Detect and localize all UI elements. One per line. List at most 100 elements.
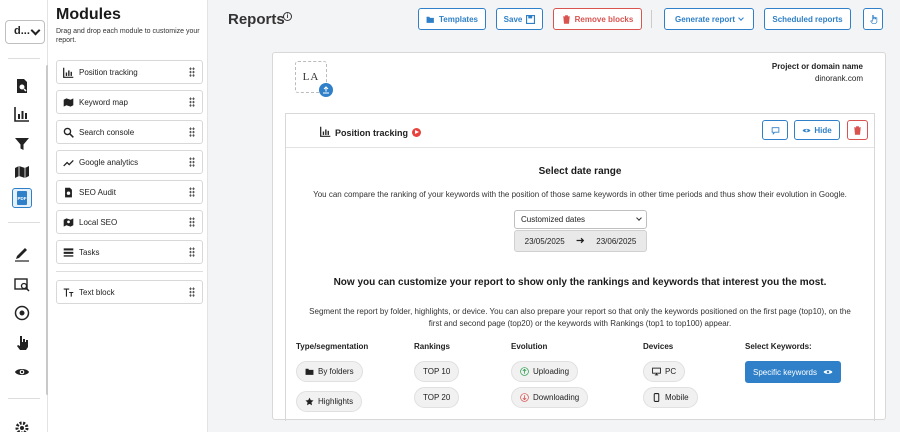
arrow-up-circle-icon — [520, 367, 529, 376]
date-to: 23/06/2025 — [596, 236, 637, 246]
document-search-icon[interactable] — [12, 76, 32, 96]
save-button[interactable]: Save — [496, 8, 543, 30]
bar-chart-icon[interactable] — [12, 104, 32, 124]
top10-toggle[interactable]: TOP 10 — [414, 361, 460, 382]
top20-toggle[interactable]: TOP 20 — [414, 387, 460, 408]
pen-icon[interactable] — [12, 244, 32, 264]
scheduled-reports-button[interactable]: Scheduled reports — [764, 8, 851, 30]
comment-button[interactable] — [762, 120, 788, 140]
accessibility-button[interactable] — [863, 8, 883, 30]
chip-label: Highlights — [318, 397, 354, 406]
eye-icon — [802, 128, 811, 132]
mobile-toggle[interactable]: Mobile — [643, 387, 698, 408]
remove-blocks-button[interactable]: Remove blocks — [553, 8, 642, 30]
filter-icon[interactable] — [12, 134, 32, 154]
chip-label: Uploading — [533, 367, 570, 376]
date-range-title: Select date range — [538, 166, 622, 177]
module-label: SEO Audit — [79, 187, 116, 197]
generate-report-label: Generate report — [674, 14, 736, 24]
video-play-icon[interactable] — [412, 128, 422, 137]
info-icon[interactable]: i — [283, 12, 292, 21]
report-canvas: LA Project or domain name dinorank.com P… — [272, 52, 886, 421]
modules-title: Modules — [56, 6, 121, 23]
chip-label: PC — [665, 367, 677, 376]
generate-report-button[interactable]: Generate report — [664, 8, 754, 30]
rail-divider — [8, 58, 40, 59]
arrow-down-circle-icon — [520, 393, 529, 402]
module-label: Position tracking — [79, 67, 138, 77]
floppy-icon — [526, 14, 536, 24]
module-local-seo[interactable]: Local SEO — [56, 210, 203, 234]
module-label: Google analytics — [79, 157, 139, 167]
templates-button[interactable]: Templates — [418, 8, 486, 30]
comment-icon — [771, 126, 779, 135]
module-tasks[interactable]: Tasks — [56, 240, 203, 264]
position-tracking-block: Position tracking Hide Select date range… — [285, 113, 875, 421]
drag-handle-icon[interactable] — [189, 67, 195, 77]
module-label: Tasks — [79, 247, 100, 257]
specific-keywords-button[interactable]: Specific keywords — [745, 361, 841, 383]
icon-rail: d... PDF — [0, 0, 49, 432]
scheduled-reports-label: Scheduled reports — [772, 14, 843, 24]
devices-heading: Devices — [643, 342, 674, 351]
drag-handle-icon[interactable] — [189, 97, 195, 107]
pdf-icon[interactable]: PDF — [12, 188, 32, 208]
pc-toggle[interactable]: PC — [643, 361, 686, 382]
module-keyword-map[interactable]: Keyword map — [56, 90, 203, 114]
modules-divider — [56, 271, 203, 272]
upload-icon — [323, 86, 329, 94]
chip-label: TOP 20 — [423, 393, 451, 402]
drag-handle-icon[interactable] — [189, 247, 195, 257]
module-search-console[interactable]: Search console — [56, 120, 203, 144]
upload-logo-button[interactable] — [319, 83, 333, 97]
uploading-toggle[interactable]: Uploading — [511, 361, 579, 382]
hide-button[interactable]: Hide — [794, 120, 840, 140]
module-google-analytics[interactable]: Google analytics — [56, 150, 203, 174]
customize-title: Now you can customize your report to sho… — [333, 277, 827, 288]
by-folders-toggle[interactable]: By folders — [296, 361, 363, 382]
svg-text:PDF: PDF — [18, 196, 27, 201]
date-range-select[interactable]: Customized dates — [514, 210, 647, 229]
image-search-icon[interactable] — [12, 274, 32, 294]
customize-description: Segment the report by folder, highlights… — [309, 307, 851, 328]
drag-handle-icon[interactable] — [189, 127, 195, 137]
block-title-label: Position tracking — [335, 127, 409, 138]
trash-icon — [562, 14, 570, 24]
block-header: Position tracking Hide — [286, 114, 874, 148]
module-label: Search console — [79, 127, 135, 137]
chip-label: By folders — [318, 367, 354, 376]
trash-icon — [854, 125, 861, 135]
drag-handle-icon[interactable] — [189, 287, 195, 297]
map-icon — [63, 97, 74, 108]
bar-chart-icon — [320, 126, 331, 139]
highlights-toggle[interactable]: Highlights — [296, 391, 363, 412]
location-icon[interactable] — [12, 303, 32, 323]
drag-handle-icon[interactable] — [189, 187, 195, 197]
eye-icon[interactable] — [12, 362, 32, 382]
project-domain: dinorank.com — [814, 74, 863, 83]
project-select[interactable]: d... — [5, 20, 45, 44]
list-icon — [63, 247, 74, 258]
trend-icon — [63, 157, 74, 168]
delete-block-button[interactable] — [847, 120, 868, 140]
downloading-toggle[interactable]: Downloading — [511, 387, 589, 408]
chip-label: TOP 10 — [423, 367, 451, 376]
drag-handle-icon[interactable] — [189, 157, 195, 167]
hide-label: Hide — [814, 125, 832, 135]
mobile-icon — [653, 393, 660, 402]
module-seo-audit[interactable]: SEO Audit — [56, 180, 203, 204]
module-text-block[interactable]: Text block — [56, 280, 203, 304]
monitor-icon — [652, 367, 661, 376]
drag-handle-icon[interactable] — [189, 217, 195, 227]
folder-icon — [305, 368, 314, 375]
remove-blocks-label: Remove blocks — [574, 14, 634, 24]
date-from: 23/05/2025 — [524, 236, 565, 246]
settings-icon[interactable] — [12, 418, 32, 432]
module-position-tracking[interactable]: Position tracking — [56, 60, 203, 84]
map-icon[interactable] — [12, 162, 32, 182]
date-range-picker[interactable]: 23/05/2025 23/06/2025 — [514, 230, 647, 252]
hand-pointer-icon[interactable] — [12, 333, 32, 353]
date-range-select-value: Customized dates — [521, 215, 586, 224]
module-label: Keyword map — [79, 97, 128, 107]
text-icon — [63, 287, 74, 298]
